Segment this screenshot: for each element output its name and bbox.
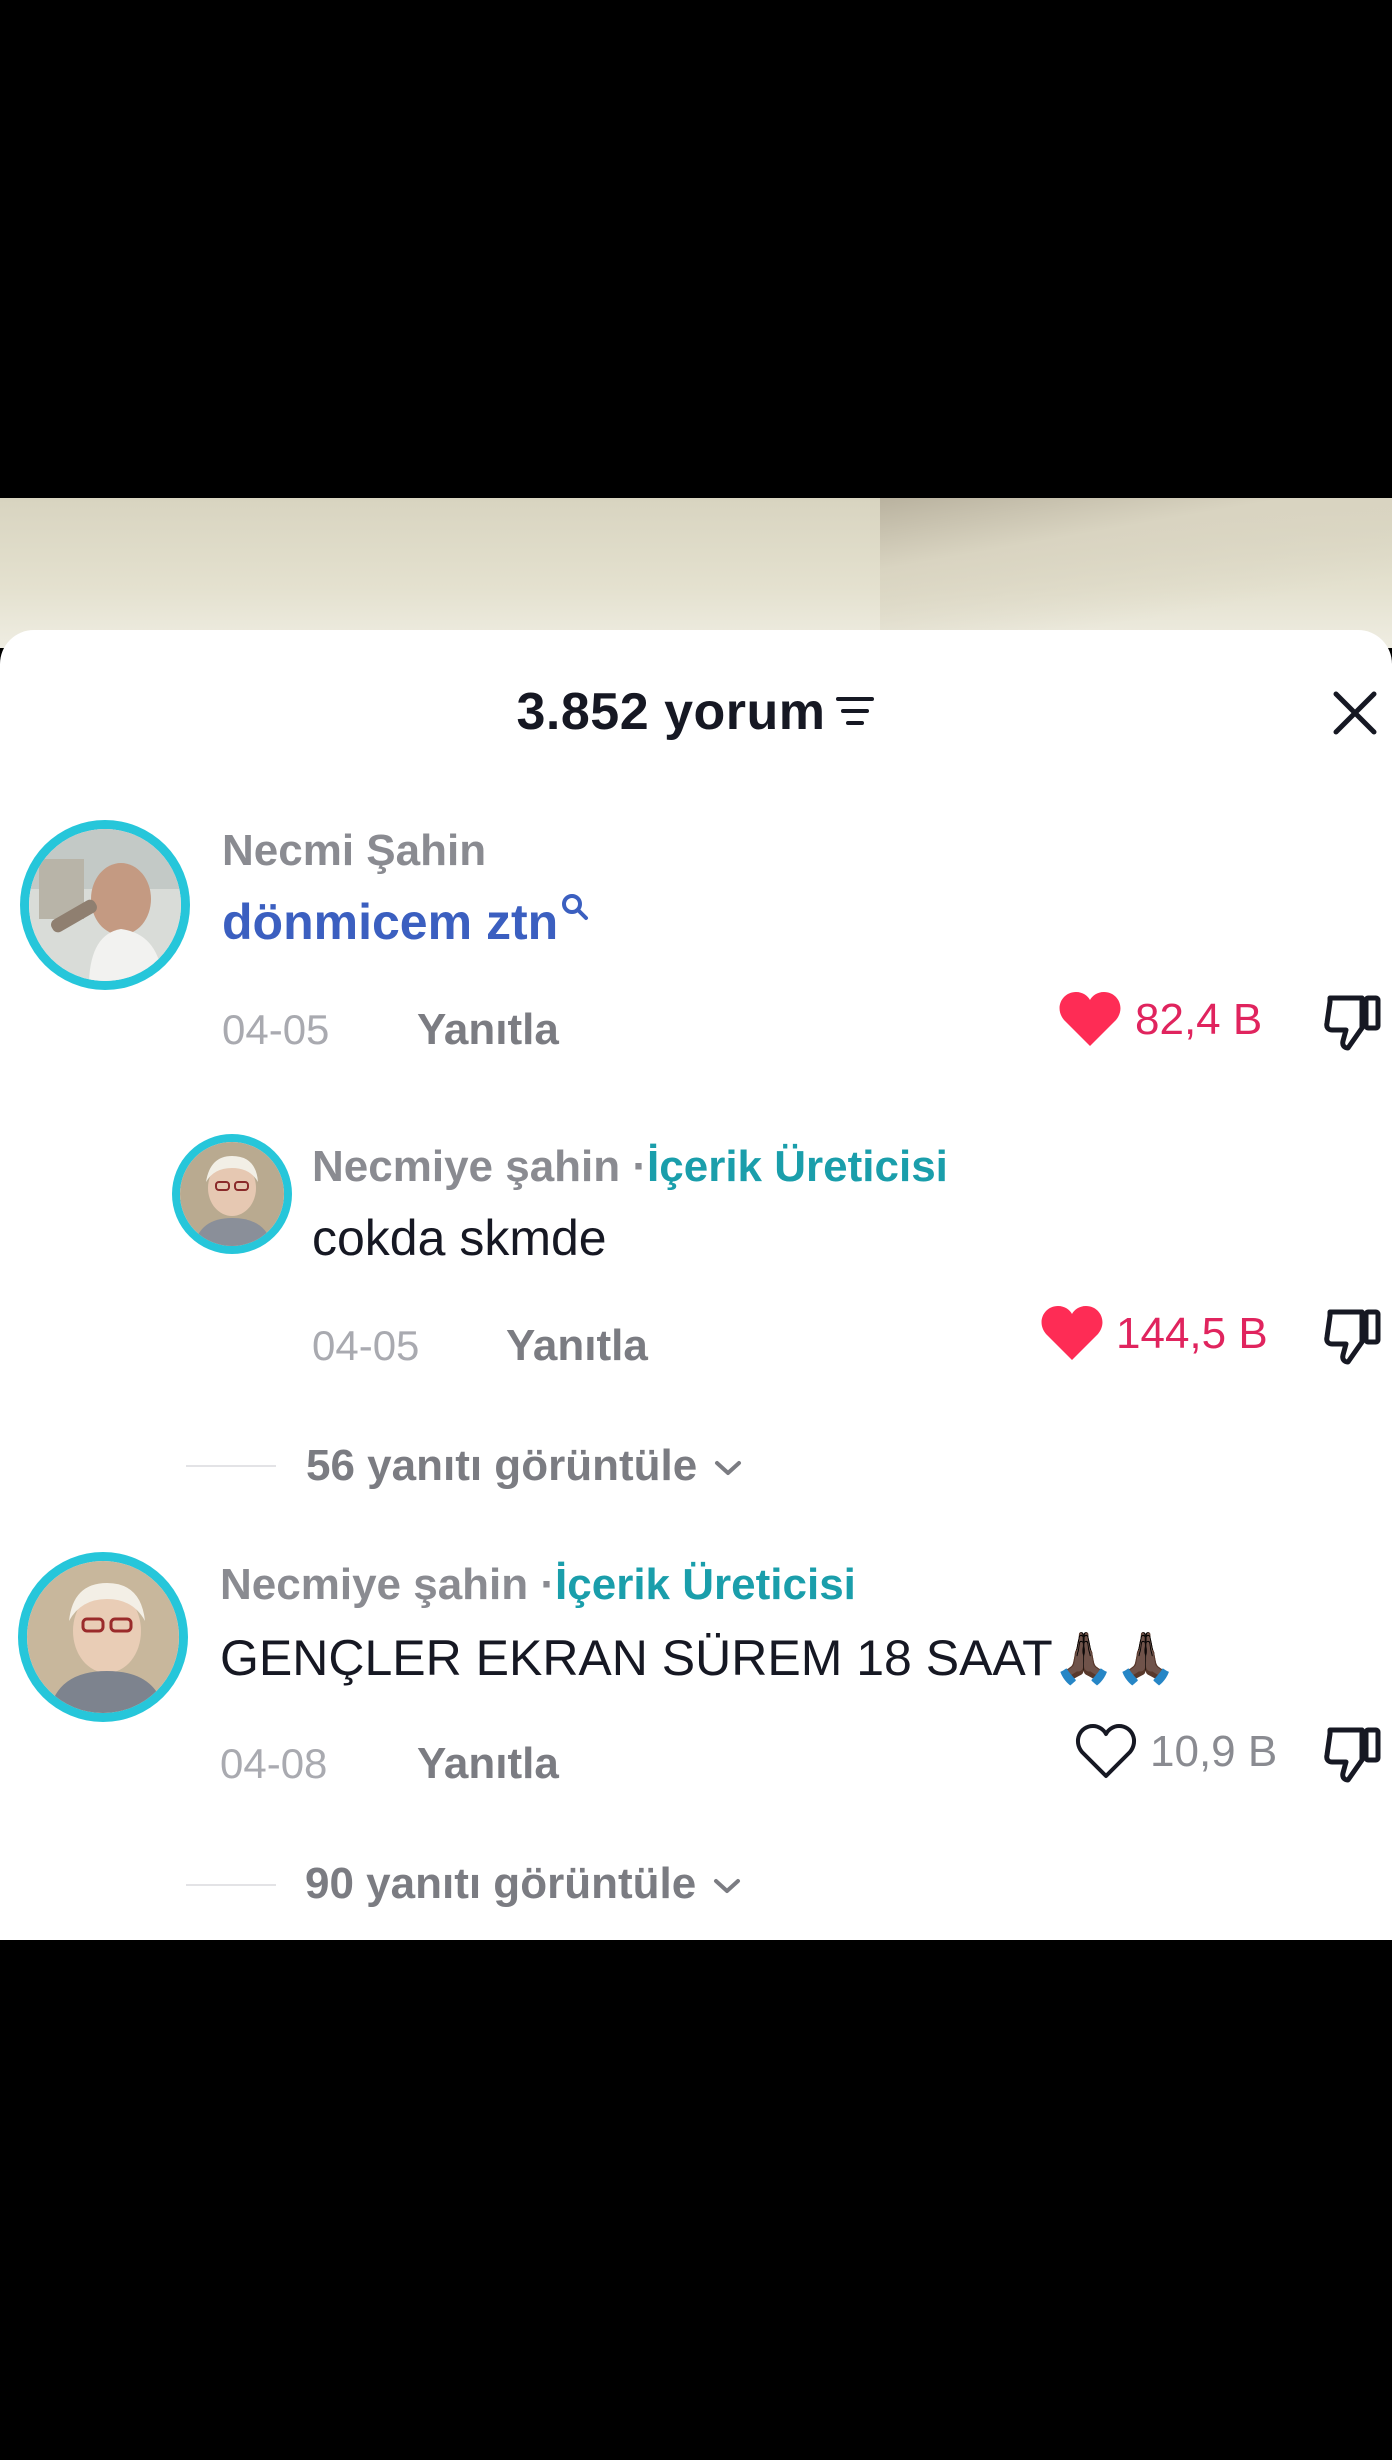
avatar[interactable] xyxy=(20,820,190,990)
reply-date: 04-05 xyxy=(312,1322,420,1369)
like-count: 82,4 B xyxy=(1135,995,1263,1044)
comment-date: 04-05 xyxy=(222,1006,330,1053)
creator-badge: İçerik Üreticisi xyxy=(647,1142,948,1191)
view-replies-label: 90 yanıtı görüntüle xyxy=(305,1859,697,1908)
comment-date: 04-08 xyxy=(220,1740,328,1787)
comment-username[interactable]: Necmiye şahin xyxy=(220,1560,528,1609)
avatar[interactable] xyxy=(172,1134,292,1254)
view-replies-label: 56 yanıtı görüntüle xyxy=(306,1441,698,1490)
chevron-down-icon xyxy=(712,1875,742,1897)
divider-line xyxy=(186,1465,276,1467)
separator-dot: · xyxy=(540,1560,556,1609)
video-shadow xyxy=(880,498,1392,648)
heart-filled-icon[interactable] xyxy=(1040,1304,1104,1362)
reply-button[interactable]: Yanıtla xyxy=(506,1320,648,1372)
close-x-icon[interactable] xyxy=(1330,688,1380,738)
comment-search-link[interactable]: dönmicem ztn xyxy=(222,894,558,950)
dislike-icon[interactable] xyxy=(1322,1722,1386,1786)
comment-username[interactable]: Necmi Şahin xyxy=(222,824,486,878)
comment-count: 3.852 yorum xyxy=(516,683,826,741)
avatar[interactable] xyxy=(18,1552,188,1722)
like-count: 10,9 B xyxy=(1150,1727,1278,1776)
sort-lines-icon[interactable] xyxy=(834,694,876,728)
comment-username-row: Necmiye şahin ·İçerik Üreticisi xyxy=(220,1558,856,1612)
divider-line xyxy=(186,1884,276,1886)
creator-badge: İçerik Üreticisi xyxy=(555,1560,856,1609)
view-replies-button[interactable]: 56 yanıtı görüntüle xyxy=(306,1440,743,1492)
view-replies-button[interactable]: 90 yanıtı görüntüle xyxy=(305,1858,742,1910)
comment-text[interactable]: GENÇLER EKRAN SÜREM 18 SAAT🙏🏿🙏🏿 xyxy=(220,1628,1177,1688)
dislike-icon[interactable] xyxy=(1322,990,1386,1054)
separator-dot: · xyxy=(632,1142,648,1191)
reply-text[interactable]: cokda skmde xyxy=(312,1208,607,1268)
reply-button[interactable]: Yanıtla xyxy=(417,1004,559,1056)
comments-header[interactable]: 3.852 yorum xyxy=(0,680,1392,744)
heart-outline-icon[interactable] xyxy=(1074,1722,1138,1780)
dislike-icon[interactable] xyxy=(1322,1304,1386,1368)
comment-text[interactable]: dönmicem ztn xyxy=(222,892,590,952)
like-count: 144,5 B xyxy=(1116,1309,1268,1358)
video-background xyxy=(0,498,1392,648)
chevron-down-icon xyxy=(713,1457,743,1479)
reply-username[interactable]: Necmiye şahin xyxy=(312,1142,620,1191)
reply-username-row: Necmiye şahin ·İçerik Üreticisi xyxy=(312,1140,948,1194)
reply-button[interactable]: Yanıtla xyxy=(417,1738,559,1790)
heart-filled-icon[interactable] xyxy=(1058,990,1122,1048)
search-icon[interactable] xyxy=(560,892,590,922)
